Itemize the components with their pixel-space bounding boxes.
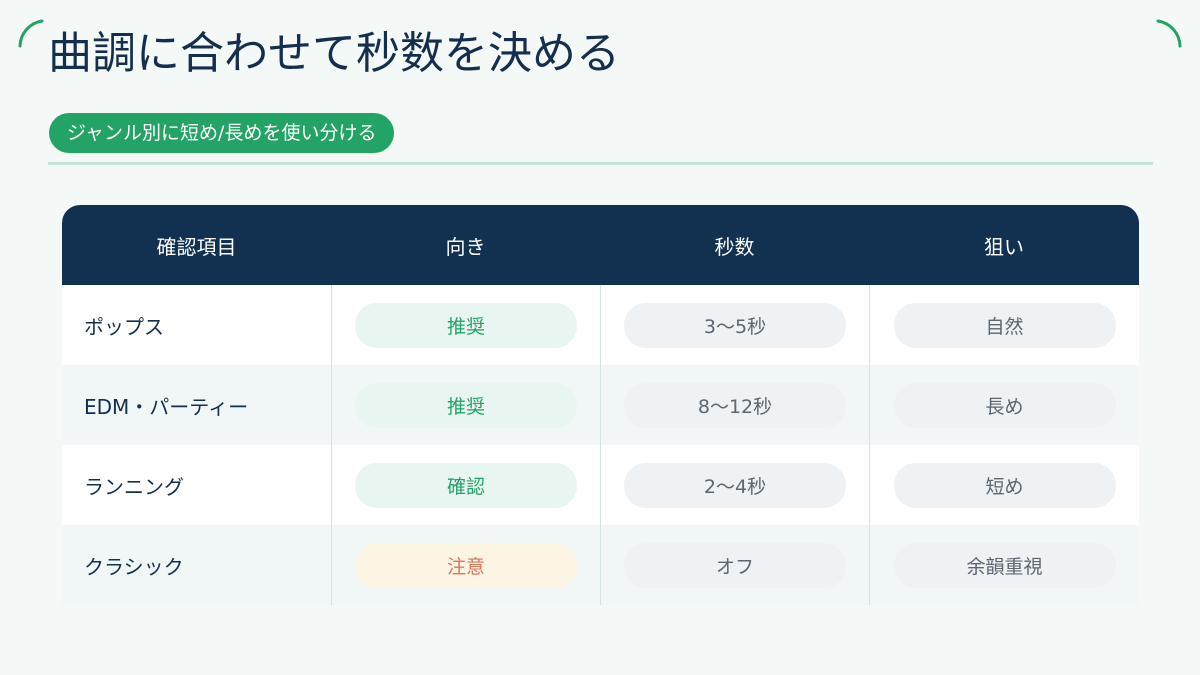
seconds-cell: 2〜4秒: [600, 445, 869, 525]
suitability-cell: 確認: [331, 445, 600, 525]
table-row: ランニング 確認 2〜4秒 短め: [62, 445, 1139, 525]
corner-decoration-right: [1156, 19, 1182, 48]
suitability-badge: 注意: [355, 542, 577, 588]
column-header-aim: 狙い: [984, 234, 1024, 259]
genre-seconds-table: 確認項目 向き 秒数 狙い ポップス 推奨 3〜5秒 自然 EDM・パーティー …: [62, 205, 1139, 605]
page-title: 曲調に合わせて秒数を決める: [48, 28, 620, 79]
aim-badge: 短め: [893, 462, 1116, 508]
column-header-item: 確認項目: [156, 234, 237, 259]
column-header-suitability: 向き: [445, 234, 486, 259]
table-header: 確認項目 向き 秒数 狙い: [62, 205, 1139, 285]
suitability-badge: 推奨: [355, 302, 577, 348]
aim-cell: 長め: [869, 365, 1139, 445]
aim-badge: 長め: [893, 382, 1116, 428]
table-row: ポップス 推奨 3〜5秒 自然: [62, 285, 1139, 365]
genre-cell: クラシック: [84, 554, 184, 579]
seconds-cell: オフ: [600, 525, 869, 605]
genre-cell: EDM・パーティー: [84, 394, 249, 419]
seconds-badge: 3〜5秒: [624, 302, 846, 348]
aim-cell: 余韻重視: [869, 525, 1139, 605]
subtitle-badge: ジャンル別に短め/長めを使い分ける: [49, 113, 395, 153]
seconds-cell: 3〜5秒: [600, 285, 869, 365]
aim-badge: 自然: [893, 302, 1116, 348]
title-divider: [48, 162, 1153, 165]
suitability-badge: 推奨: [355, 382, 577, 428]
column-header-seconds: 秒数: [714, 234, 755, 259]
aim-cell: 短め: [869, 445, 1139, 525]
table-row: クラシック 注意 オフ 余韻重視: [62, 525, 1139, 605]
genre-cell: ランニング: [84, 474, 184, 499]
suitability-cell: 推奨: [331, 365, 600, 445]
seconds-badge: オフ: [624, 542, 846, 588]
seconds-cell: 8〜12秒: [600, 365, 869, 445]
seconds-badge: 2〜4秒: [624, 462, 846, 508]
aim-badge: 余韻重視: [893, 542, 1116, 588]
suitability-badge: 確認: [355, 462, 577, 508]
seconds-badge: 8〜12秒: [624, 382, 846, 428]
table-row: EDM・パーティー 推奨 8〜12秒 長め: [62, 365, 1139, 445]
suitability-cell: 注意: [331, 525, 600, 605]
genre-cell: ポップス: [84, 314, 164, 339]
aim-cell: 自然: [869, 285, 1139, 365]
suitability-cell: 推奨: [331, 285, 600, 365]
